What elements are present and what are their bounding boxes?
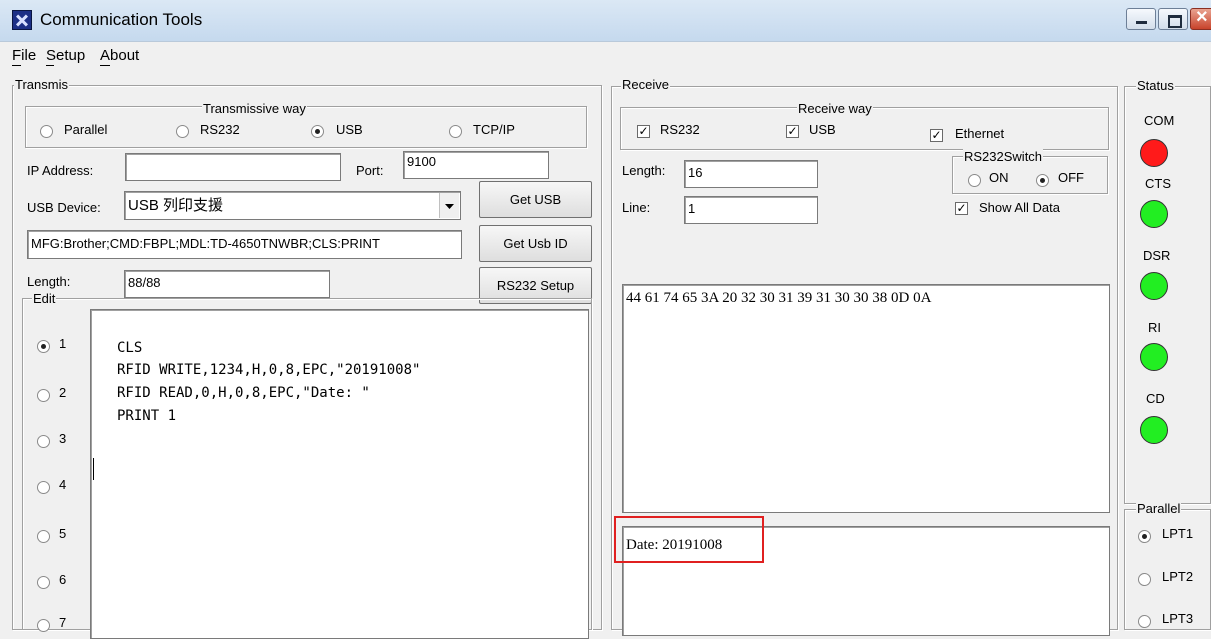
menu-about-mnemonic: [100, 65, 110, 66]
hex-output-text: 44 61 74 65 3A 20 32 30 31 39 31 30 30 3…: [626, 290, 932, 306]
highlight-box: [614, 516, 764, 563]
menu-setup-mnemonic: [46, 65, 54, 66]
maximize-button[interactable]: [1158, 8, 1188, 30]
window-title: Communication Tools: [40, 10, 203, 29]
radio-rs232[interactable]: [176, 125, 189, 138]
title-bar[interactable]: Communication Tools: [0, 0, 1211, 42]
editor-line: RFID WRITE,1234,H,0,8,EPC,"20191008": [117, 362, 421, 378]
radio-usb-label: USB: [336, 122, 363, 137]
edit-slot-radio-6[interactable]: [37, 576, 50, 589]
parallel-group-label: Parallel: [1136, 501, 1182, 516]
lpt1-radio[interactable]: [1138, 530, 1151, 543]
ri-indicator: [1140, 343, 1168, 371]
edit-slot-label-1: 1: [59, 336, 67, 351]
switch-on-label: ON: [989, 170, 1009, 185]
receive-line-input[interactable]: 1: [684, 196, 818, 224]
check-show-all-data[interactable]: ✓: [955, 202, 968, 215]
port-input[interactable]: 9100: [403, 151, 549, 179]
receive-line-label: Line:: [622, 200, 651, 215]
command-editor[interactable]: [90, 309, 589, 639]
com-label: COM: [1144, 113, 1175, 128]
ip-address-input[interactable]: [125, 153, 341, 181]
app-icon: [12, 10, 32, 30]
dsr-label: DSR: [1143, 248, 1171, 263]
menu-setup[interactable]: Setup: [46, 47, 85, 64]
cts-indicator: [1140, 200, 1168, 228]
menu-about[interactable]: About: [100, 47, 139, 64]
menu-bar: [0, 43, 1211, 69]
get-usb-button[interactable]: Get USB: [479, 181, 592, 218]
chevron-down-icon[interactable]: [439, 193, 459, 218]
cts-label: CTS: [1145, 176, 1171, 191]
transmit-length-input[interactable]: 88/88: [124, 270, 330, 298]
editor-line: PRINT 1: [117, 408, 177, 424]
edit-slot-label-6: 6: [59, 572, 67, 587]
edit-slot-radio-5[interactable]: [37, 530, 50, 543]
editor-line: RFID READ,0,H,0,8,EPC,"Date: ": [117, 385, 370, 401]
edit-slot-label-3: 3: [59, 431, 67, 446]
edit-slot-radio-4[interactable]: [37, 481, 50, 494]
check-rs232[interactable]: ✓: [637, 125, 650, 138]
switch-off-radio[interactable]: [1036, 174, 1049, 187]
edit-slot-radio-7[interactable]: [37, 619, 50, 632]
receive-length-input[interactable]: 16: [684, 160, 818, 188]
radio-usb[interactable]: [311, 125, 324, 138]
transmit-group-label: Transmis: [14, 77, 69, 92]
lpt2-label: LPT2: [1162, 569, 1194, 584]
radio-parallel-label: Parallel: [64, 122, 108, 137]
check-usb[interactable]: ✓: [786, 125, 799, 138]
menu-file-mnemonic: [12, 65, 21, 66]
status-group-label: Status: [1136, 78, 1175, 93]
com-indicator: [1140, 139, 1168, 167]
cd-indicator: [1140, 416, 1168, 444]
radio-tcpip-label: TCP/IP: [473, 122, 515, 137]
menu-file[interactable]: File: [12, 47, 36, 64]
ip-address-label: IP Address:: [27, 163, 94, 178]
radio-rs232-label: RS232: [200, 122, 240, 137]
lpt1-label: LPT1: [1162, 526, 1194, 541]
transmissive-way-label: Transmissive way: [202, 101, 307, 116]
receive-group-label: Receive: [621, 77, 670, 92]
usb-device-select[interactable]: USB 列印支援: [124, 191, 461, 220]
edit-slot-radio-2[interactable]: [37, 389, 50, 402]
check-rs232-label: RS232: [660, 122, 700, 137]
edit-slot-label-7: 7: [59, 615, 67, 630]
get-usb-id-button[interactable]: Get Usb ID: [479, 225, 592, 262]
edit-slot-label-5: 5: [59, 526, 67, 541]
minimize-button[interactable]: [1126, 8, 1156, 30]
switch-on-radio[interactable]: [968, 174, 981, 187]
edit-slot-label-4: 4: [59, 477, 67, 492]
ri-label: RI: [1148, 320, 1161, 335]
check-ethernet-label: Ethernet: [955, 126, 1005, 141]
lpt3-radio[interactable]: [1138, 615, 1151, 628]
edit-group-label: Edit: [32, 291, 57, 306]
usb-id-field[interactable]: MFG:Brother;CMD:FBPL;MDL:TD-4650TNWBR;CL…: [27, 230, 462, 259]
check-ethernet[interactable]: ✓: [930, 129, 943, 142]
usb-device-label: USB Device:: [27, 200, 101, 215]
receive-length-label: Length:: [622, 163, 666, 178]
edit-slot-radio-3[interactable]: [37, 435, 50, 448]
rs232-switch-label: RS232Switch: [963, 149, 1044, 164]
receive-way-label: Receive way: [797, 101, 873, 116]
port-label: Port:: [356, 163, 384, 178]
cd-label: CD: [1146, 391, 1165, 406]
dsr-indicator: [1140, 272, 1168, 300]
radio-tcpip[interactable]: [449, 125, 462, 138]
radio-parallel[interactable]: [40, 125, 53, 138]
editor-line: CLS: [117, 340, 143, 356]
check-usb-label: USB: [809, 122, 836, 137]
transmit-length-label: Length:: [27, 274, 71, 289]
lpt2-radio[interactable]: [1138, 573, 1151, 586]
edit-slot-label-2: 2: [59, 385, 67, 400]
edit-slot-radio-1[interactable]: [37, 340, 50, 353]
show-all-data-label: Show All Data: [979, 200, 1060, 215]
hex-output-box[interactable]: [622, 284, 1110, 513]
text-cursor: [93, 458, 94, 480]
close-button[interactable]: [1190, 6, 1211, 30]
switch-off-label: OFF: [1058, 170, 1084, 185]
